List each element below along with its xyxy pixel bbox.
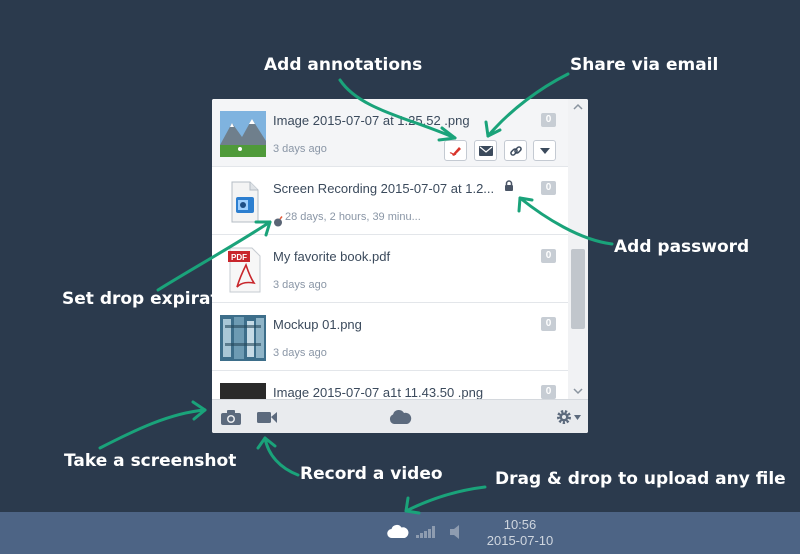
- bomb-timer-icon[interactable]: [272, 215, 284, 227]
- mockup-thumbnail: [220, 315, 266, 361]
- gear-icon: [556, 410, 571, 424]
- link-icon: [509, 145, 522, 156]
- file-name[interactable]: Image 2015-07-07 a1t 11.43.50 .png: [273, 385, 523, 399]
- speaker-icon[interactable]: [450, 525, 462, 539]
- cloud-icon: [389, 410, 412, 424]
- scroll-down-icon[interactable]: [568, 383, 588, 399]
- scrollbar-thumb[interactable]: [571, 249, 585, 329]
- file-name[interactable]: Mockup 01.png: [273, 317, 523, 332]
- view-count-badge: 0: [541, 385, 556, 399]
- list-scrollbar[interactable]: [568, 99, 588, 399]
- video-camera-icon: [257, 412, 277, 423]
- callout-take-screenshot: Take a screenshot: [64, 451, 237, 471]
- file-age: 3 days ago: [273, 279, 327, 291]
- video-file-icon: [231, 181, 259, 223]
- clock-time: 10:56: [503, 517, 537, 532]
- system-taskbar: 10:56 2015-07-10: [0, 512, 800, 554]
- screenshot-button[interactable]: [218, 406, 244, 428]
- settings-button[interactable]: [554, 406, 582, 428]
- view-count-badge: 0: [541, 249, 556, 263]
- file-expiration: 28 days, 2 hours, 39 minu...: [285, 211, 421, 223]
- more-options-button[interactable]: [533, 140, 556, 161]
- file-row[interactable]: Screen Recording 2015-07-07 at 1.2... 28…: [212, 167, 568, 235]
- file-name[interactable]: Screen Recording 2015-07-07 at 1.2...: [273, 181, 501, 196]
- cloud-icon[interactable]: [387, 524, 409, 539]
- taskbar-clock[interactable]: 10:56 2015-07-10: [480, 517, 560, 549]
- arrow-screenshot: [98, 408, 207, 450]
- drop-panel: Image 2015-07-07 at 1.25.52 .png 3 days …: [212, 99, 588, 433]
- file-name[interactable]: Image 2015-07-07 at 1.25.52 .png: [273, 113, 523, 128]
- callout-add-password: Add password: [614, 237, 750, 257]
- callout-add-annotations: Add annotations: [264, 55, 423, 75]
- arrow-drag-drop: [404, 485, 487, 513]
- arrow-record-video: [263, 436, 300, 477]
- cloud-upload-button[interactable]: [387, 406, 413, 428]
- view-count-badge: 0: [541, 113, 556, 127]
- lock-icon[interactable]: [504, 180, 514, 191]
- share-email-button[interactable]: [474, 140, 497, 161]
- view-count-badge: 0: [541, 181, 556, 195]
- callout-share-email: Share via email: [570, 55, 719, 75]
- copy-link-button[interactable]: [504, 140, 527, 161]
- view-count-badge: 0: [541, 317, 556, 331]
- bottom-toolbar: [212, 399, 588, 433]
- file-name[interactable]: My favorite book.pdf: [273, 249, 523, 264]
- annotate-pen-icon: [449, 146, 461, 156]
- file-row[interactable]: Mockup 01.png 3 days ago 0: [212, 303, 568, 371]
- file-row[interactable]: Image 2015-07-07 a1t 11.43.50 .png 0: [212, 371, 568, 399]
- pdf-file-icon: PDF: [228, 247, 261, 293]
- clock-date: 2015-07-10: [486, 533, 554, 548]
- callout-drag-drop: Drag & drop to upload any file: [495, 469, 786, 489]
- chevron-down-icon: [539, 147, 550, 154]
- file-age: 3 days ago: [273, 347, 327, 359]
- annotate-button[interactable]: [444, 140, 467, 161]
- envelope-icon: [478, 145, 493, 156]
- file-age: 3 days ago: [273, 143, 327, 155]
- record-video-button[interactable]: [254, 406, 280, 428]
- dark-thumbnail: [220, 383, 266, 399]
- signal-icon[interactable]: [416, 526, 436, 538]
- camera-icon: [221, 409, 241, 425]
- chevron-down-icon: [573, 414, 581, 420]
- callout-record-video: Record a video: [300, 464, 443, 484]
- svg-text:PDF: PDF: [231, 253, 247, 262]
- file-row[interactable]: PDF My favorite book.pdf 3 days ago 0: [212, 235, 568, 303]
- mountain-thumbnail: [220, 111, 266, 157]
- file-row[interactable]: Image 2015-07-07 at 1.25.52 .png 3 days …: [212, 99, 568, 167]
- scroll-up-icon[interactable]: [568, 99, 588, 115]
- file-list: Image 2015-07-07 at 1.25.52 .png 3 days …: [212, 99, 568, 399]
